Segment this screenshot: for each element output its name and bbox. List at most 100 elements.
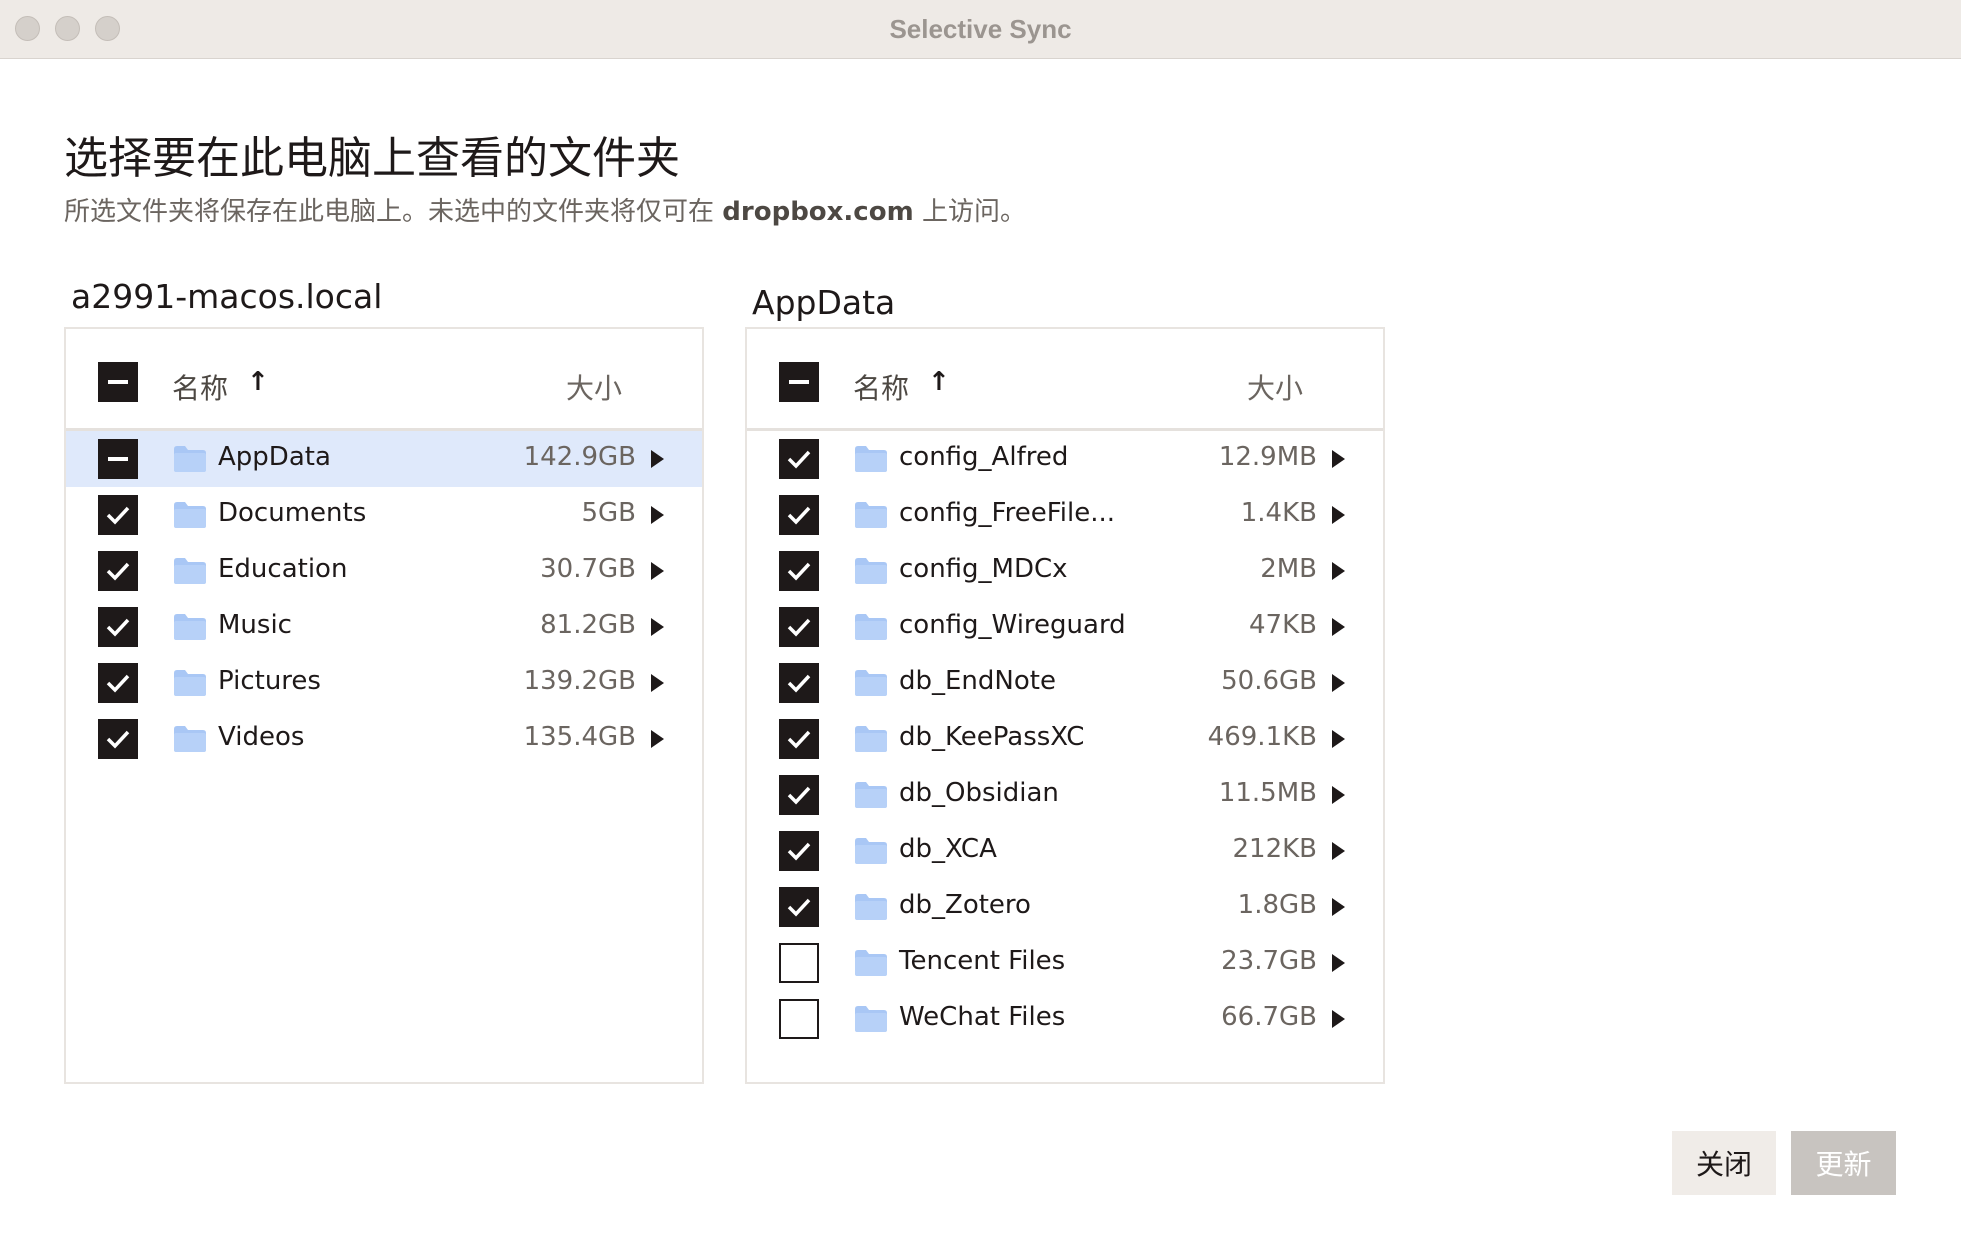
- folder-size: 135.4GB: [523, 722, 636, 752]
- expand-arrow-icon[interactable]: [1332, 450, 1345, 468]
- folder-icon: [174, 502, 206, 528]
- right-folder-list: config_Alfred 12.9MB config_FreeFile... 1.4…: [747, 431, 1383, 1047]
- folder-checkbox[interactable]: [98, 495, 138, 535]
- folder-checkbox[interactable]: [779, 607, 819, 647]
- folder-checkbox[interactable]: [98, 551, 138, 591]
- folder-name: Pictures: [218, 666, 321, 696]
- left-folder-list: AppData 142.9GB Documents 5GB Education 30.7G…: [66, 431, 702, 767]
- folder-checkbox[interactable]: [779, 719, 819, 759]
- folder-size: 50.6GB: [1221, 666, 1317, 696]
- folder-row[interactable]: db_XCA 212KB: [747, 823, 1383, 879]
- folder-row[interactable]: Education 30.7GB: [66, 543, 702, 599]
- folder-checkbox[interactable]: [779, 495, 819, 535]
- folder-icon: [855, 1006, 887, 1032]
- folder-icon: [174, 726, 206, 752]
- folder-name: Videos: [218, 722, 305, 752]
- left-select-all-checkbox[interactable]: [98, 362, 138, 402]
- page-subtitle: 所选文件夹将保存在此电脑上。未选中的文件夹将仅可在 dropbox.com 上访…: [64, 191, 1026, 228]
- update-button[interactable]: 更新: [1791, 1131, 1896, 1195]
- right-folder-panel: 名称 ↑ 大小 config_Alfred 12.9MB config_FreeFi…: [745, 327, 1385, 1084]
- folder-row[interactable]: WeChat Files 66.7GB: [747, 991, 1383, 1047]
- folder-checkbox[interactable]: [98, 663, 138, 703]
- folder-row[interactable]: config_Wireguard 47KB: [747, 599, 1383, 655]
- window-title: Selective Sync: [889, 14, 1072, 44]
- folder-row[interactable]: Documents 5GB: [66, 487, 702, 543]
- folder-checkbox[interactable]: [779, 775, 819, 815]
- folder-name: db_XCA: [899, 834, 997, 864]
- folder-row[interactable]: Videos 135.4GB: [66, 711, 702, 767]
- folder-checkbox[interactable]: [779, 551, 819, 591]
- expand-arrow-icon[interactable]: [651, 562, 664, 580]
- left-column-header: 名称 ↑ 大小: [66, 329, 702, 431]
- folder-checkbox[interactable]: [98, 719, 138, 759]
- folder-row[interactable]: Pictures 139.2GB: [66, 655, 702, 711]
- check-icon: [787, 450, 811, 469]
- sort-ascending-icon[interactable]: ↑: [928, 367, 950, 397]
- check-icon: [106, 506, 130, 525]
- folder-checkbox[interactable]: [779, 887, 819, 927]
- folder-size: 11.5MB: [1218, 778, 1317, 808]
- size-column-header[interactable]: 大小: [1247, 367, 1303, 407]
- expand-arrow-icon[interactable]: [651, 730, 664, 748]
- expand-arrow-icon[interactable]: [1332, 842, 1345, 860]
- name-column-header[interactable]: 名称: [172, 367, 228, 407]
- expand-arrow-icon[interactable]: [1332, 506, 1345, 524]
- folder-icon: [855, 558, 887, 584]
- name-column-header[interactable]: 名称: [853, 367, 909, 407]
- folder-row[interactable]: db_Zotero 1.8GB: [747, 879, 1383, 935]
- folder-row[interactable]: db_EndNote 50.6GB: [747, 655, 1383, 711]
- folder-size: 66.7GB: [1221, 1002, 1317, 1032]
- left-panel-title: a2991-macos.local: [71, 277, 383, 316]
- expand-arrow-icon[interactable]: [651, 618, 664, 636]
- folder-icon: [855, 782, 887, 808]
- folder-checkbox[interactable]: [779, 439, 819, 479]
- expand-arrow-icon[interactable]: [1332, 618, 1345, 636]
- check-icon: [787, 842, 811, 861]
- subtitle-text-before: 所选文件夹将保存在此电脑上。未选中的文件夹将仅可在: [64, 197, 715, 227]
- folder-row[interactable]: config_FreeFile... 1.4KB: [747, 487, 1383, 543]
- right-column-header: 名称 ↑ 大小: [747, 329, 1383, 431]
- expand-arrow-icon[interactable]: [651, 450, 664, 468]
- folder-name: Tencent Files: [899, 946, 1066, 976]
- check-icon: [106, 674, 130, 693]
- folder-row[interactable]: AppData 142.9GB: [66, 431, 702, 487]
- folder-row[interactable]: config_Alfred 12.9MB: [747, 431, 1383, 487]
- folder-checkbox[interactable]: [779, 943, 819, 983]
- expand-arrow-icon[interactable]: [1332, 1010, 1345, 1028]
- folder-name: Music: [218, 610, 292, 640]
- folder-name: config_Wireguard: [899, 610, 1126, 640]
- folder-name: config_MDCx: [899, 554, 1068, 584]
- expand-arrow-icon[interactable]: [651, 674, 664, 692]
- folder-row[interactable]: db_KeePassXC 469.1KB: [747, 711, 1383, 767]
- folder-icon: [174, 670, 206, 696]
- expand-arrow-icon[interactable]: [1332, 898, 1345, 916]
- size-column-header[interactable]: 大小: [566, 367, 622, 407]
- right-select-all-checkbox[interactable]: [779, 362, 819, 402]
- expand-arrow-icon[interactable]: [1332, 730, 1345, 748]
- folder-name: config_Alfred: [899, 442, 1069, 472]
- folder-row[interactable]: db_Obsidian 11.5MB: [747, 767, 1383, 823]
- expand-arrow-icon[interactable]: [1332, 562, 1345, 580]
- folder-size: 1.4KB: [1240, 498, 1317, 528]
- close-button[interactable]: 关闭: [1672, 1131, 1776, 1195]
- folder-row[interactable]: config_MDCx 2MB: [747, 543, 1383, 599]
- check-icon: [787, 786, 811, 805]
- folder-checkbox[interactable]: [779, 999, 819, 1039]
- expand-arrow-icon[interactable]: [1332, 674, 1345, 692]
- expand-arrow-icon[interactable]: [1332, 786, 1345, 804]
- folder-size: 47KB: [1249, 610, 1317, 640]
- left-folder-panel: 名称 ↑ 大小 AppData 142.9GB Documents 5GB Educat…: [64, 327, 704, 1084]
- folder-checkbox[interactable]: [98, 439, 138, 479]
- folder-checkbox[interactable]: [98, 607, 138, 647]
- sort-ascending-icon[interactable]: ↑: [247, 367, 269, 397]
- folder-name: config_FreeFile...: [899, 498, 1116, 528]
- folder-row[interactable]: Tencent Files 23.7GB: [747, 935, 1383, 991]
- expand-arrow-icon[interactable]: [1332, 954, 1345, 972]
- folder-name: Education: [218, 554, 348, 584]
- expand-arrow-icon[interactable]: [651, 506, 664, 524]
- folder-size: 23.7GB: [1221, 946, 1317, 976]
- folder-row[interactable]: Music 81.2GB: [66, 599, 702, 655]
- folder-checkbox[interactable]: [779, 663, 819, 703]
- folder-checkbox[interactable]: [779, 831, 819, 871]
- folder-size: 12.9MB: [1218, 442, 1317, 472]
